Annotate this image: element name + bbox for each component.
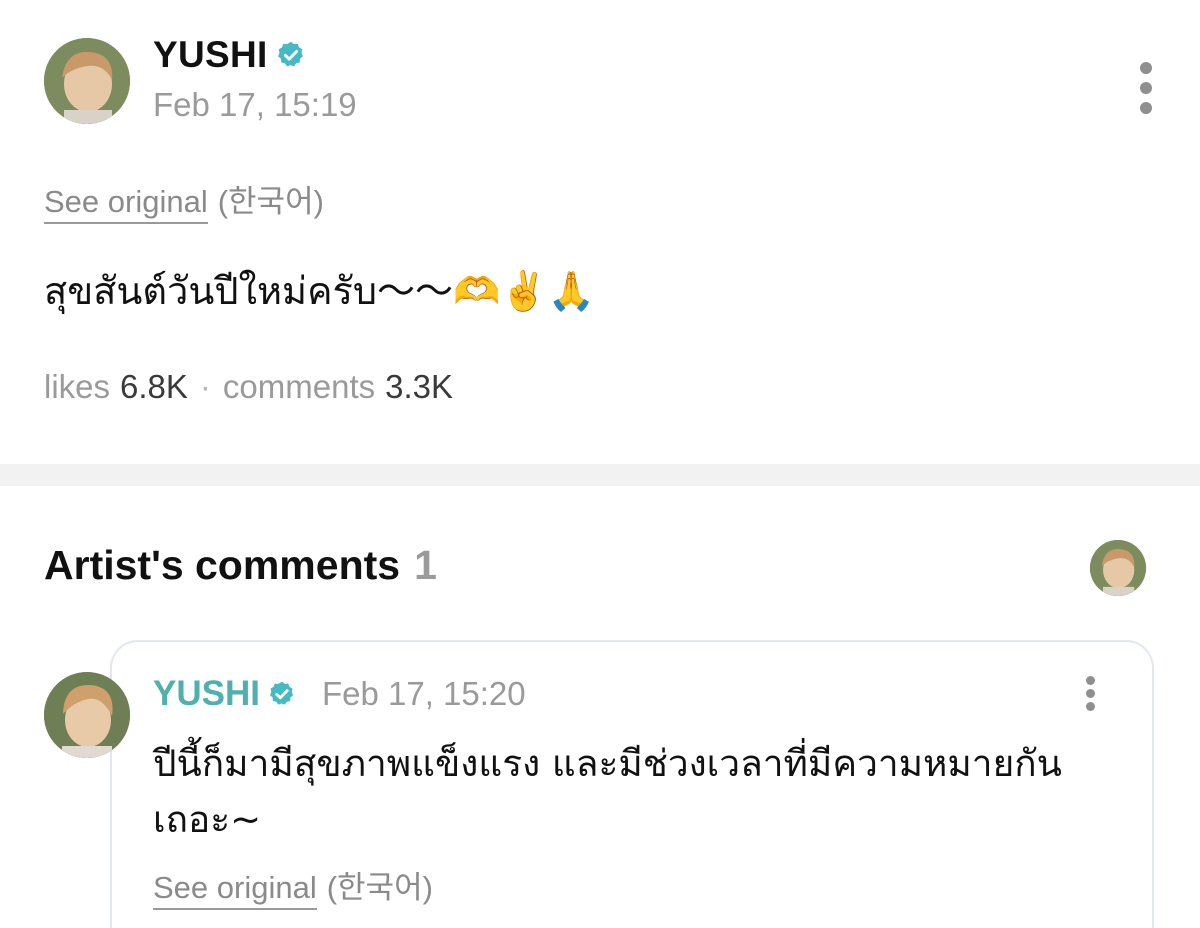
artist-comments-heading: Artist's comments 1 (44, 542, 437, 589)
avatar-image (44, 672, 130, 758)
verified-badge-icon (268, 680, 296, 708)
more-dot (1086, 689, 1095, 698)
more-dot (1086, 702, 1095, 711)
post-stats: likes 6.8K · comments 3.3K (44, 368, 453, 406)
author-name[interactable]: YUSHI (153, 34, 268, 76)
more-vertical-icon (1140, 62, 1152, 74)
see-original-link[interactable]: See original (44, 184, 208, 224)
comment-author-name[interactable]: YUSHI (153, 674, 260, 714)
post-more-options-button[interactable] (1128, 60, 1164, 116)
author-avatar[interactable] (44, 38, 130, 124)
post-date: Feb 17, 15:19 (153, 86, 357, 123)
stats-separator: · (199, 368, 211, 405)
comment-original-language-label: (한국어) (326, 870, 433, 905)
comment-more-options-button[interactable] (1072, 674, 1108, 714)
post-page: YUSHI Feb 17, 15:19 See original (한국어) ส… (0, 0, 1200, 928)
more-vertical-icon (1086, 676, 1095, 685)
artist-comments-title: Artist's comments (44, 542, 401, 588)
comment-body-text: ปีนี้ก็มามีสุขภาพแข็งแรง และมีช่วงเวลาที… (153, 742, 1062, 841)
artist-filter-avatar[interactable] (1090, 540, 1146, 596)
likes-label: likes (44, 368, 111, 405)
comments-count[interactable]: 3.3K (385, 368, 453, 406)
post-see-original-row: See original (한국어) (44, 176, 324, 224)
comment-header: YUSHI Feb 17, 15:20 (153, 674, 526, 714)
original-language-label: (한국어) (217, 184, 324, 219)
post-body-text: สุขสันต์วันปีใหม่ครับ～～🫶✌️🙏 (44, 269, 596, 313)
comment-see-original-row: See original (한국어) (153, 862, 433, 910)
more-dot (1140, 102, 1152, 114)
comment-author-avatar[interactable] (44, 672, 130, 758)
artist-comments-count: 1 (414, 542, 437, 588)
post-author-row: YUSHI (153, 34, 306, 76)
comments-label: comments (222, 368, 376, 405)
section-divider (0, 464, 1200, 486)
likes-count[interactable]: 6.8K (120, 368, 188, 406)
more-dot (1140, 82, 1152, 94)
comment-see-original-link[interactable]: See original (153, 870, 317, 910)
avatar-image (44, 38, 130, 124)
comment-date: Feb 17, 15:20 (321, 675, 526, 712)
verified-badge-icon (276, 40, 306, 70)
avatar-image (1090, 540, 1146, 596)
